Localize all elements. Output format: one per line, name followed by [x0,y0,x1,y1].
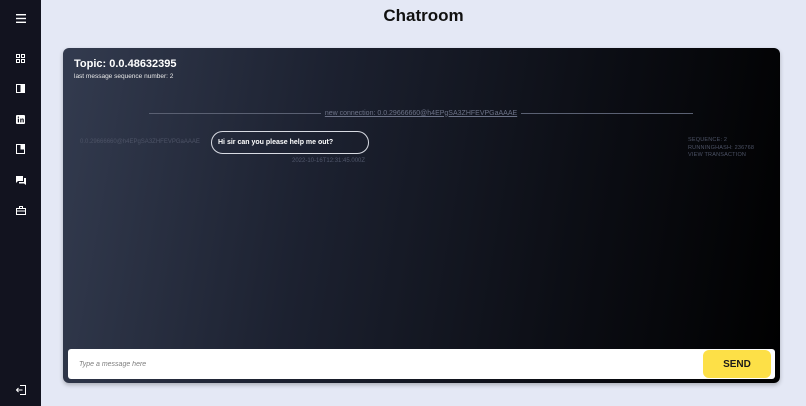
page-title: Chatroom [383,6,464,25]
view-transaction-link[interactable]: VIEW TRANSACTION [688,152,754,160]
dashboard-grid-icon[interactable] [0,48,41,68]
connection-notice: new connection: 0.0.29666660@h4EPgSA3ZHF… [149,108,693,118]
logout-icon[interactable] [0,380,41,400]
connection-text[interactable]: new connection: 0.0.29666660@h4EPgSA3ZHF… [321,110,521,117]
menu-icon[interactable] [0,8,41,28]
send-button[interactable]: SEND [703,350,771,378]
message-composer: SEND [68,349,775,379]
sidebar [0,0,41,406]
message-bubble: Hi sir can you please help me out? [211,131,369,154]
sequence-label: SEQUENCE: 2 [688,137,728,143]
briefcase-icon[interactable] [0,200,41,220]
topic-title: Topic: 0.0.48632395 [74,58,177,70]
book-icon[interactable] [0,139,41,159]
message-sender: 0.0.29666660@h4EPgSA3ZHFEVPGaAAAE [80,139,200,145]
chat-panel: Topic: 0.0.48632395 last message sequenc… [63,48,780,383]
divider-right [521,112,693,114]
divider-left [149,112,321,114]
message-timestamp: 2022-10-16T12:31:45.000Z [292,158,366,164]
last-sequence-number: last message sequence number: 2 [74,73,174,80]
linkedin-icon[interactable] [0,109,41,129]
panel-icon[interactable] [0,78,41,98]
running-hash-label: RUNNINGHASH: 236768 [688,144,755,151]
message-metadata: SEQUENCE: 2 RUNNINGHASH: 236768 VIEW TRA… [688,137,754,160]
message-input[interactable] [68,349,698,379]
chat-icon[interactable] [0,170,41,190]
